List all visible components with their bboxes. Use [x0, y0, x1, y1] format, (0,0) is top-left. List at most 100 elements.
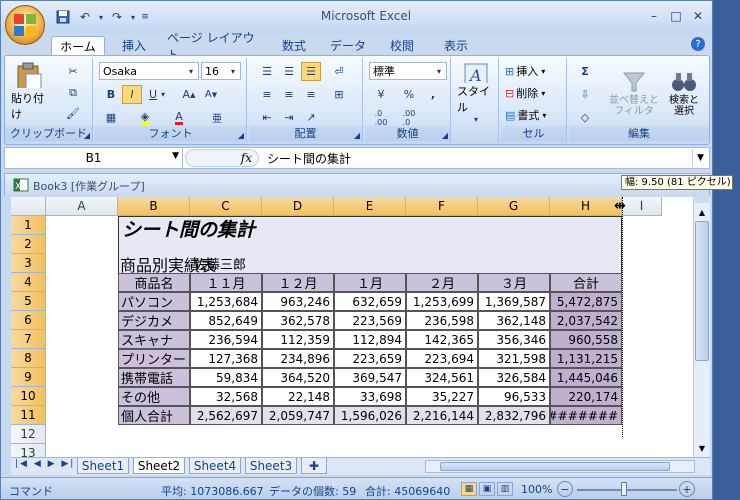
clear-icon[interactable]: ◇: [575, 108, 595, 127]
grow-font-icon[interactable]: A ▲: [179, 85, 199, 104]
increase-indent-icon[interactable]: ⇥: [279, 108, 299, 127]
row-header-3[interactable]: 3: [11, 254, 46, 273]
percent-icon[interactable]: %: [399, 85, 419, 104]
zoom-slider[interactable]: [577, 489, 677, 491]
align-center-icon[interactable]: ≡: [279, 85, 299, 104]
table-cell[interactable]: 112,894: [334, 330, 406, 349]
table-cell[interactable]: 326,584: [478, 368, 550, 387]
table-cell[interactable]: 142,365: [406, 330, 478, 349]
table-cell[interactable]: 223,659: [334, 349, 406, 368]
comma-style-icon[interactable]: ,: [423, 85, 443, 104]
table-cell[interactable]: 1,369,587: [478, 292, 550, 311]
insert-cells-button[interactable]: ⊞ 挿入 ▾: [505, 62, 545, 80]
undo-dropdown-icon[interactable]: ▾: [97, 8, 105, 26]
sheet-tab-sheet1[interactable]: Sheet1: [77, 458, 129, 474]
zoom-in-icon[interactable]: +: [679, 481, 695, 497]
table-cell[interactable]: 1,596,026: [334, 406, 406, 425]
table-header-cell[interactable]: ２月: [406, 273, 478, 292]
column-header-b[interactable]: B: [118, 197, 190, 216]
scroll-thumb[interactable]: [695, 221, 709, 361]
wrap-text-icon[interactable]: ⏎: [329, 62, 349, 81]
table-cell[interactable]: 356,346: [478, 330, 550, 349]
autosum-icon[interactable]: Σ: [575, 62, 595, 81]
table-cell[interactable]: 324,561: [406, 368, 478, 387]
underline-dropdown-icon[interactable]: ▾: [158, 85, 168, 104]
table-cell[interactable]: 1,253,684: [190, 292, 262, 311]
number-format-combo[interactable]: 標準 ▾: [369, 62, 447, 80]
row-header-11[interactable]: 11: [11, 406, 46, 425]
table-cell[interactable]: 236,594: [190, 330, 262, 349]
split-handle[interactable]: [695, 197, 709, 203]
row-header-10[interactable]: 10: [11, 387, 46, 406]
cut-icon[interactable]: ✂: [63, 62, 83, 81]
minimize-icon[interactable]: –: [643, 7, 665, 25]
table-cell[interactable]: 32,568: [190, 387, 262, 406]
table-cell[interactable]: 1,253,699: [406, 292, 478, 311]
column-header-d[interactable]: D: [262, 197, 334, 216]
sheet-nav-icon[interactable]: |◀ ◀ ▶ ▶|: [15, 459, 75, 469]
table-header-cell[interactable]: １１月: [190, 273, 262, 292]
sheet-tab-sheet2[interactable]: Sheet2: [133, 458, 185, 474]
column-header-g[interactable]: G: [478, 197, 550, 216]
tab-review[interactable]: 校閲: [379, 36, 425, 55]
office-button[interactable]: [5, 5, 45, 45]
table-cell[interactable]: 127,368: [190, 349, 262, 368]
table-row-label[interactable]: プリンター: [118, 349, 190, 368]
row-header-7[interactable]: 7: [11, 330, 46, 349]
customize-toolbar-icon[interactable]: ≡: [139, 8, 151, 26]
zoom-out-icon[interactable]: −: [557, 481, 573, 497]
align-left-icon[interactable]: ≡: [257, 85, 277, 104]
table-cell[interactable]: 33,698: [334, 387, 406, 406]
merge-center-icon[interactable]: ⊞: [329, 85, 349, 104]
borders-icon[interactable]: ▦: [101, 108, 121, 127]
copy-icon[interactable]: ⧉: [63, 83, 83, 102]
tab-formulas[interactable]: 数式: [271, 36, 317, 55]
table-cell[interactable]: 236,598: [406, 311, 478, 330]
table-cell[interactable]: 223,694: [406, 349, 478, 368]
italic-button[interactable]: I: [122, 85, 142, 104]
table-row-label[interactable]: 携帯電話: [118, 368, 190, 387]
row-header-1[interactable]: 1: [11, 216, 46, 235]
font-launcher-icon[interactable]: ◢: [238, 131, 244, 140]
insert-function-button[interactable]: fx: [185, 149, 259, 167]
table-cell[interactable]: 112,359: [262, 330, 334, 349]
table-cell[interactable]: 223,569: [334, 311, 406, 330]
redo-icon[interactable]: ↷: [107, 8, 127, 26]
row-header-12[interactable]: 12: [11, 425, 46, 444]
select-all-button[interactable]: [11, 197, 46, 216]
vertical-scrollbar[interactable]: ▲ ▼: [693, 197, 710, 457]
worksheet-grid[interactable]: ABCDEFGHI 1 2 3 4 5 6 7 8 9 10 11 12 13 シート間の集計 商品別実績…: [11, 197, 693, 457]
table-header-cell[interactable]: ３月: [478, 273, 550, 292]
fill-color-icon[interactable]: ◈: [135, 108, 155, 127]
table-cell[interactable]: 2,562,697: [190, 406, 262, 425]
increase-decimal-icon[interactable]: .0.00: [371, 108, 391, 127]
clipboard-launcher-icon[interactable]: ◢: [84, 131, 90, 140]
table-cell[interactable]: 2,059,747: [262, 406, 334, 425]
table-cell[interactable]: 852,649: [190, 311, 262, 330]
row-header-5[interactable]: 5: [11, 292, 46, 311]
currency-icon[interactable]: ¥: [371, 85, 391, 104]
page-break-view-icon[interactable]: ▥: [497, 482, 513, 496]
number-launcher-icon[interactable]: ◢: [442, 131, 448, 140]
sort-filter-button[interactable]: 並べ替えと フィルタ: [609, 62, 659, 124]
table-row-label[interactable]: その他: [118, 387, 190, 406]
table-cell[interactable]: 321,598: [478, 349, 550, 368]
undo-icon[interactable]: ↶: [75, 8, 95, 26]
row-header-8[interactable]: 8: [11, 349, 46, 368]
table-row-label[interactable]: スキャナ: [118, 330, 190, 349]
align-right-icon[interactable]: ≡: [301, 85, 321, 104]
sheet-tab-sheet3[interactable]: Sheet3: [245, 458, 297, 474]
orientation-icon[interactable]: ↗: [301, 108, 321, 127]
table-cell[interactable]: 362,148: [478, 311, 550, 330]
column-header-e[interactable]: E: [334, 197, 406, 216]
table-cell[interactable]: 2,037,542: [550, 311, 622, 330]
table-cell[interactable]: 234,896: [262, 349, 334, 368]
align-bottom-icon[interactable]: ☰: [301, 62, 321, 81]
bold-button[interactable]: B: [101, 85, 121, 104]
maximize-icon[interactable]: □: [665, 7, 687, 25]
column-header-a[interactable]: A: [46, 197, 118, 216]
table-cell[interactable]: 963,246: [262, 292, 334, 311]
table-cell[interactable]: 1,131,215: [550, 349, 622, 368]
sheet-tab-sheet4[interactable]: Sheet4: [189, 458, 241, 474]
font-color-icon[interactable]: A: [169, 108, 189, 127]
